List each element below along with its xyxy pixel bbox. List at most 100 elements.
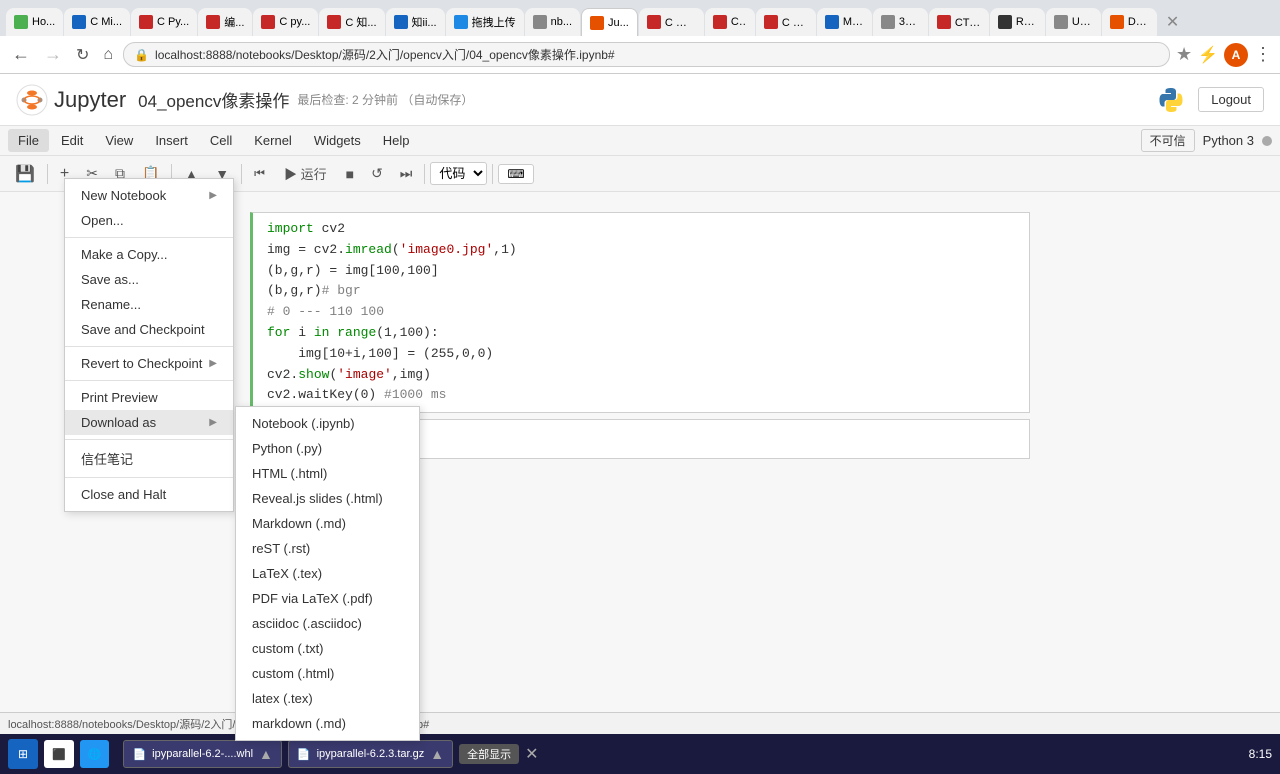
browser-tab-9[interactable]: nb... (525, 8, 580, 36)
code-line: img[10+i,100] = (255,0,0) (267, 344, 1015, 365)
fast-backward-btn[interactable]: ⏮ (247, 163, 272, 184)
address-bar-text: localhost:8888/notebooks/Desktop/源码/2入门/… (155, 46, 1159, 63)
browser-tab-11[interactable]: C 如... (639, 8, 704, 36)
save-toolbar-btn[interactable]: 💾 (8, 161, 42, 187)
browser-tab-3[interactable]: C Py... (131, 8, 197, 36)
file-menu-dropdown: New Notebook ▶ Open... Make a Copy... Sa… (64, 178, 234, 512)
run-all-btn[interactable]: ⏭ (393, 162, 420, 185)
jupyter-logo[interactable]: Jupyter (16, 84, 126, 116)
code-line: import cv2 (267, 219, 1015, 240)
menu-file[interactable]: File (8, 129, 49, 152)
code-line: cv2.waitKey(0) #1000 ms (267, 385, 1015, 406)
save-info: 最后检查: 2 分钟前 （自动保存） (297, 91, 473, 108)
keyboard-shortcuts-btn[interactable]: ⌨ (498, 164, 533, 184)
python-logo-icon (1156, 85, 1186, 115)
download-item-2[interactable]: 📄 ipyparallel-6.2.3.tar.gz ▲ (288, 740, 453, 768)
menu-download-as[interactable]: Download as ▶ Notebook (.ipynb) Python (… (65, 410, 233, 435)
code-line: img = cv2.imread('image0.jpg',1) (267, 240, 1015, 261)
browser-tab-12[interactable]: C ... (705, 8, 755, 36)
code-line: cv2.show('image',img) (267, 365, 1015, 386)
restart-btn[interactable]: ↺ (364, 162, 390, 185)
trust-button[interactable]: 不可信 (1141, 129, 1195, 152)
browser-tab-16[interactable]: CT 差 (929, 8, 989, 36)
download-file-icon-1: 📄 (132, 748, 146, 761)
download-html[interactable]: HTML (.html) (236, 461, 419, 486)
download-item-1[interactable]: 📄 ipyparallel-6.2-....whl ▲ (123, 740, 281, 768)
download-as-submenu: Notebook (.ipynb) Python (.py) HTML (.ht… (235, 406, 420, 741)
nav-back[interactable]: ← (8, 42, 34, 67)
download-filename-2: ipyparallel-6.2.3.tar.gz (317, 748, 425, 760)
download-latex-tex[interactable]: latex (.tex) (236, 686, 419, 711)
taskbar-icon-2[interactable]: 🌐 (80, 740, 110, 768)
show-all-downloads-button[interactable]: 全部显示 (459, 744, 519, 764)
download-arrow-1[interactable]: ▲ (259, 746, 273, 762)
download-python-py[interactable]: Python (.py) (236, 436, 419, 461)
cell-type-select[interactable]: 代码 (430, 162, 487, 185)
taskbar-start[interactable]: ⊞ (8, 739, 38, 769)
download-custom-html[interactable]: custom (.html) (236, 661, 419, 686)
browser-tab-6[interactable]: C 知... (319, 8, 384, 36)
menu-cell[interactable]: Cell (200, 129, 242, 152)
menu-print-preview[interactable]: Print Preview (65, 385, 233, 410)
download-reveal-slides[interactable]: Reveal.js slides (.html) (236, 486, 419, 511)
download-markdown[interactable]: Markdown (.md) (236, 511, 419, 536)
kernel-name: Python 3 (1203, 133, 1254, 148)
nav-forward[interactable]: → (40, 42, 66, 67)
menu-widgets[interactable]: Widgets (304, 129, 371, 152)
menu-insert[interactable]: Insert (145, 129, 198, 152)
browser-tab-13[interactable]: C 论... (756, 8, 816, 36)
bookmark-icon[interactable]: ★ (1176, 44, 1192, 65)
browser-tab-15[interactable]: 36... (873, 8, 928, 36)
menu-trust-notebook[interactable]: 信任笔记 (65, 444, 233, 473)
browser-tab-8[interactable]: 拖拽上传 (446, 8, 524, 36)
menu-kernel[interactable]: Kernel (244, 129, 302, 152)
menu-save-checkpoint[interactable]: Save and Checkpoint (65, 317, 233, 342)
nav-refresh[interactable]: ↻ (72, 43, 93, 67)
browser-tab-14[interactable]: M ... (817, 8, 872, 36)
browser-tab-2[interactable]: C Mi... (64, 8, 130, 36)
menu-revert-checkpoint[interactable]: Revert to Checkpoint ▶ (65, 351, 233, 376)
menu-rename[interactable]: Rename... (65, 292, 233, 317)
code-line: (b,g,r) = img[100,100] (267, 261, 1015, 282)
logout-button[interactable]: Logout (1198, 87, 1264, 112)
browser-tab-17[interactable]: Re... (990, 8, 1045, 36)
browser-tab-active[interactable]: Ju... (581, 8, 638, 36)
menu-help[interactable]: Help (373, 129, 420, 152)
download-custom-txt[interactable]: custom (.txt) (236, 636, 419, 661)
download-asciidoc[interactable]: asciidoc (.asciidoc) (236, 611, 419, 636)
notebook-title[interactable]: 04_opencv像素操作 (138, 87, 289, 112)
code-cell-1[interactable]: import cv2 img = cv2.imread('image0.jpg'… (250, 212, 1030, 413)
tab-close-button[interactable]: ✕ (1158, 8, 1187, 36)
taskbar-time: 8:15 (1249, 747, 1272, 761)
browser-tab-18[interactable]: Us... (1046, 8, 1101, 36)
profile-icon[interactable]: A (1224, 43, 1248, 67)
menu-open[interactable]: Open... (65, 208, 233, 233)
close-downloads-button[interactable]: ✕ (525, 744, 538, 764)
menu-make-copy[interactable]: Make a Copy... (65, 242, 233, 267)
browser-tab-4[interactable]: 编... (198, 8, 252, 36)
download-markdown-md[interactable]: markdown (.md) (236, 711, 419, 736)
download-latex[interactable]: LaTeX (.tex) (236, 561, 419, 586)
menu-view[interactable]: View (95, 129, 143, 152)
taskbar-icon-1[interactable]: ⬛ (44, 740, 74, 768)
interrupt-btn[interactable]: ■ (339, 163, 361, 185)
browser-tab-5[interactable]: C py... (253, 8, 318, 36)
browser-tab-1[interactable]: Ho... (6, 8, 63, 36)
download-rst[interactable]: reST (.rst) (236, 536, 419, 561)
download-filename-1: ipyparallel-6.2-....whl (152, 748, 253, 760)
nav-home[interactable]: ⌂ (99, 44, 117, 66)
menu-close-halt[interactable]: Close and Halt (65, 482, 233, 507)
download-arrow-2[interactable]: ▲ (430, 746, 444, 762)
menu-edit[interactable]: Edit (51, 129, 93, 152)
customize-menu[interactable]: ⋮ (1254, 44, 1272, 65)
extension-icon[interactable]: ⚡ (1198, 45, 1218, 65)
download-pdf-latex[interactable]: PDF via LaTeX (.pdf) (236, 586, 419, 611)
menu-new-notebook[interactable]: New Notebook ▶ (65, 183, 233, 208)
jupyter-logo-text: Jupyter (54, 87, 126, 113)
menu-save-as[interactable]: Save as... (65, 267, 233, 292)
run-btn[interactable]: ▶ 运行 (275, 161, 336, 186)
browser-tab-7[interactable]: 知ii... (386, 8, 445, 36)
browser-tab-19[interactable]: De... (1102, 8, 1157, 36)
download-notebook-ipynb[interactable]: Notebook (.ipynb) (236, 411, 419, 436)
security-icon: 🔒 (134, 48, 149, 62)
